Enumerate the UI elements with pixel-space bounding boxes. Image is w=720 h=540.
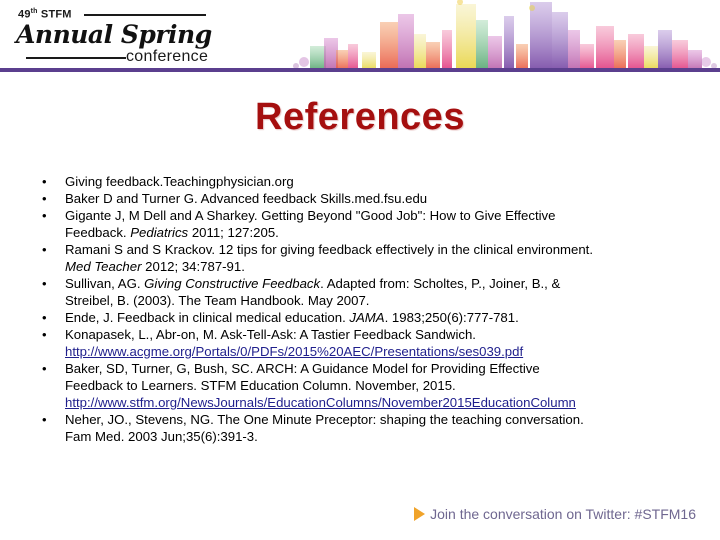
reference-text: 2011; 127:205.	[188, 225, 279, 240]
reference-link[interactable]: http://www.stfm.org/NewsJournals/Educati…	[65, 395, 576, 410]
reference-item: • Konapasek, L., Abr-on, M. Ask-Tell-Ask:…	[36, 326, 696, 360]
reference-item: • Sullivan, AG. Giving Constructive Feedb…	[36, 275, 696, 309]
reference-line: Konapasek, L., Abr-on, M. Ask-Tell-Ask: …	[65, 326, 696, 343]
reference-line: Ramani S and S Krackov. 12 tips for givi…	[65, 241, 696, 258]
logo-bottom-rule	[26, 57, 126, 59]
reference-line: Feedback. Pediatrics 2011; 127:205.	[65, 224, 696, 241]
reference-line: Streibel, B. (2003). The Team Handbook. …	[65, 292, 696, 309]
reference-text: . 1983;250(6):777-781.	[384, 310, 519, 325]
reference-text: 2012; 34:787-91.	[141, 259, 245, 274]
reference-line: Baker D and Turner G. Advanced feedback …	[65, 190, 696, 207]
reference-text: Ramani S and S Krackov. 12 tips for givi…	[65, 242, 594, 257]
reference-text: Gigante J, M Dell and A Sharkey. Getting…	[65, 208, 556, 223]
italic-title: Med Teacher	[65, 259, 142, 274]
reference-line: Ende, J. Feedback in clinical medical ed…	[65, 309, 696, 326]
reference-text: Fam Med. 2003 Jun;35(6):391-3.	[65, 429, 258, 444]
reference-line: Gigante J, M Dell and A Sharkey. Getting…	[65, 207, 696, 224]
header-purple-divider	[0, 68, 720, 72]
reference-item: • Gigante J, M Dell and A Sharkey. Gettin…	[36, 207, 696, 241]
slide-header: 49th STFM Annual Spring conference	[0, 0, 720, 72]
twitter-callout: Join the conversation on Twitter: #STFM1…	[414, 506, 696, 522]
italic-title: Pediatrics	[130, 225, 189, 240]
reference-text: Feedback to Learners. STFM Education Col…	[65, 378, 456, 393]
footer-twitter-text: Join the conversation on Twitter: #STFM1…	[430, 506, 696, 522]
reference-item: • Giving feedback.Teachingphysician.org	[36, 173, 696, 190]
page-title: References	[255, 96, 465, 138]
logo-conference-text: conference	[126, 48, 209, 65]
watercolor-city-skyline-graphic	[293, 0, 717, 70]
reference-text: Giving feedback.Teachingphysician.org	[65, 174, 294, 189]
bullet-icon: •	[42, 310, 47, 325]
bullet-icon: •	[42, 242, 47, 257]
logo-ordinal-org: 49th STFM	[18, 8, 72, 21]
bullet-icon: •	[42, 174, 47, 189]
reference-text: Feedback.	[65, 225, 131, 240]
bullet-icon: •	[42, 327, 47, 342]
reference-text: Ende, J. Feedback in clinical medical ed…	[65, 310, 350, 325]
reference-line: Giving feedback.Teachingphysician.org	[65, 173, 696, 190]
bullet-icon: •	[42, 361, 47, 376]
slide-footer: Join the conversation on Twitter: #STFM1…	[0, 492, 720, 540]
bullet-icon: •	[42, 276, 47, 291]
reference-line: Fam Med. 2003 Jun;35(6):391-3.	[65, 428, 696, 445]
reference-text: Streibel, B. (2003). The Team Handbook. …	[65, 293, 370, 308]
bullet-icon: •	[42, 208, 47, 223]
reference-text: Sullivan, AG.	[65, 276, 145, 291]
references-list: • Giving feedback.Teachingphysician.org • B…	[36, 173, 696, 445]
reference-line: Sullivan, AG. Giving Constructive Feedba…	[65, 275, 696, 292]
reference-line: http://www.stfm.org/NewsJournals/Educati…	[65, 394, 696, 411]
reference-line: Neher, JO., Stevens, NG. The One Minute …	[65, 411, 696, 428]
reference-text: . Adapted from: Scholtes, P., Joiner, B.…	[320, 276, 561, 291]
play-triangle-icon	[414, 507, 426, 521]
reference-item: • Ende, J. Feedback in clinical medical e…	[36, 309, 696, 326]
reference-text: Neher, JO., Stevens, NG. The One Minute …	[65, 412, 584, 427]
reference-text: Konapasek, L., Abr-on, M. Ask-Tell-Ask: …	[65, 327, 476, 342]
reference-item: • Ramani S and S Krackov. 12 tips for giv…	[36, 241, 696, 275]
reference-item: • Baker, SD, Turner, G, Bush, SC. ARCH: A…	[36, 360, 696, 411]
reference-line: http://www.acgme.org/Portals/0/PDFs/2015…	[65, 343, 696, 360]
logo-top-rule	[84, 14, 206, 16]
stfm-annual-spring-conference-logo: 49th STFM Annual Spring conference	[16, 6, 216, 68]
reference-line: Baker, SD, Turner, G, Bush, SC. ARCH: A …	[65, 360, 696, 377]
reference-text: Baker D and Turner G. Advanced feedback …	[65, 191, 428, 206]
italic-title: Giving Constructive Feedback	[144, 276, 321, 291]
reference-line: Feedback to Learners. STFM Education Col…	[65, 377, 696, 394]
italic-title: JAMA	[349, 310, 385, 325]
reference-text: Baker, SD, Turner, G, Bush, SC. ARCH: A …	[65, 361, 540, 376]
reference-item: • Neher, JO., Stevens, NG. The One Minute…	[36, 411, 696, 445]
logo-script-text: Annual Spring	[16, 20, 212, 49]
reference-link[interactable]: http://www.acgme.org/Portals/0/PDFs/2015…	[65, 344, 523, 359]
bullet-icon: •	[42, 412, 47, 427]
reference-line: Med Teacher 2012; 34:787-91.	[65, 258, 696, 275]
bullet-icon: •	[42, 191, 47, 206]
reference-item: • Baker D and Turner G. Advanced feedback…	[36, 190, 696, 207]
